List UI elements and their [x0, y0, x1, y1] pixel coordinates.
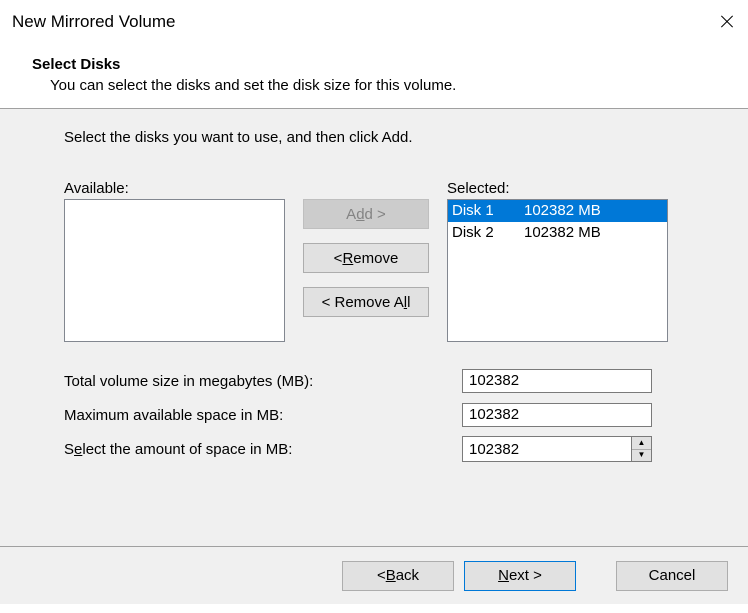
back-post: ack — [396, 567, 419, 584]
spin-down-button[interactable]: ▼ — [632, 450, 651, 462]
page-title: Select Disks — [32, 56, 738, 73]
removeall-post: l — [407, 294, 410, 311]
spin-up-button[interactable]: ▲ — [632, 437, 651, 450]
list-item-size: 102382 MB — [524, 201, 601, 221]
add-pre: A — [346, 206, 356, 223]
space-pre: S — [64, 441, 74, 458]
space-spinner: ▲ ▼ — [462, 436, 652, 462]
space-input[interactable] — [462, 436, 632, 462]
add-button: Add > — [303, 199, 429, 229]
disk-lists-row: Available: Add > < Remove < Remove All S… — [64, 180, 712, 342]
selected-label: Selected: — [447, 180, 668, 197]
max-space-label: Maximum available space in MB: — [64, 407, 462, 424]
removeall-pre: < Remove A — [322, 294, 404, 311]
available-label-text: Available: — [64, 180, 129, 197]
list-item-size: 102382 MB — [524, 223, 601, 243]
remove-post: emove — [353, 250, 398, 267]
available-label: Available: — [64, 180, 285, 197]
list-item-name: Disk 1 — [452, 201, 524, 221]
add-post: d > — [365, 206, 386, 223]
next-mnemonic: N — [498, 567, 509, 584]
selected-listbox[interactable]: Disk 1102382 MBDisk 2102382 MB — [447, 199, 668, 342]
select-space-label: Select the amount of space in MB: — [64, 441, 462, 458]
remove-pre: < — [334, 250, 343, 267]
total-size-row: Total volume size in megabytes (MB): 102… — [64, 364, 712, 398]
close-icon[interactable] — [720, 15, 734, 29]
size-fields: Total volume size in megabytes (MB): 102… — [64, 364, 712, 466]
transfer-buttons: Add > < Remove < Remove All — [303, 180, 429, 317]
wizard-footer: < Back Next > Cancel — [0, 546, 748, 604]
remove-mnemonic: R — [342, 250, 353, 267]
cancel-button[interactable]: Cancel — [616, 561, 728, 591]
next-button[interactable]: Next > — [464, 561, 576, 591]
spin-buttons: ▲ ▼ — [632, 436, 652, 462]
remove-all-button[interactable]: < Remove All — [303, 287, 429, 317]
space-post: lect the amount of space in MB: — [82, 441, 292, 458]
list-item-name: Disk 2 — [452, 223, 524, 243]
max-space-row: Maximum available space in MB: 102382 — [64, 398, 712, 432]
next-post: ext > — [509, 567, 542, 584]
add-mnemonic: d — [356, 206, 364, 223]
page-subtitle: You can select the disks and set the dis… — [32, 77, 738, 94]
available-listbox[interactable] — [64, 199, 285, 342]
back-pre: < — [377, 567, 386, 584]
list-item[interactable]: Disk 1102382 MB — [448, 200, 667, 222]
available-block: Available: — [64, 180, 285, 342]
wizard-header: Select Disks You can select the disks an… — [0, 44, 748, 108]
selected-block: Selected: Disk 1102382 MBDisk 2102382 MB — [447, 180, 668, 342]
content-area: Select the disks you want to use, and th… — [0, 109, 748, 546]
list-item[interactable]: Disk 2102382 MB — [448, 222, 667, 244]
max-space-value: 102382 — [462, 403, 652, 427]
window-title: New Mirrored Volume — [12, 12, 175, 32]
total-size-value: 102382 — [462, 369, 652, 393]
titlebar: New Mirrored Volume — [0, 0, 748, 44]
remove-button[interactable]: < Remove — [303, 243, 429, 273]
instruction-text: Select the disks you want to use, and th… — [64, 129, 712, 146]
back-mnemonic: B — [386, 567, 396, 584]
total-size-label: Total volume size in megabytes (MB): — [64, 373, 462, 390]
select-space-row: Select the amount of space in MB: ▲ ▼ — [64, 432, 712, 466]
back-button[interactable]: < Back — [342, 561, 454, 591]
selected-label-text: Selected: — [447, 180, 510, 197]
